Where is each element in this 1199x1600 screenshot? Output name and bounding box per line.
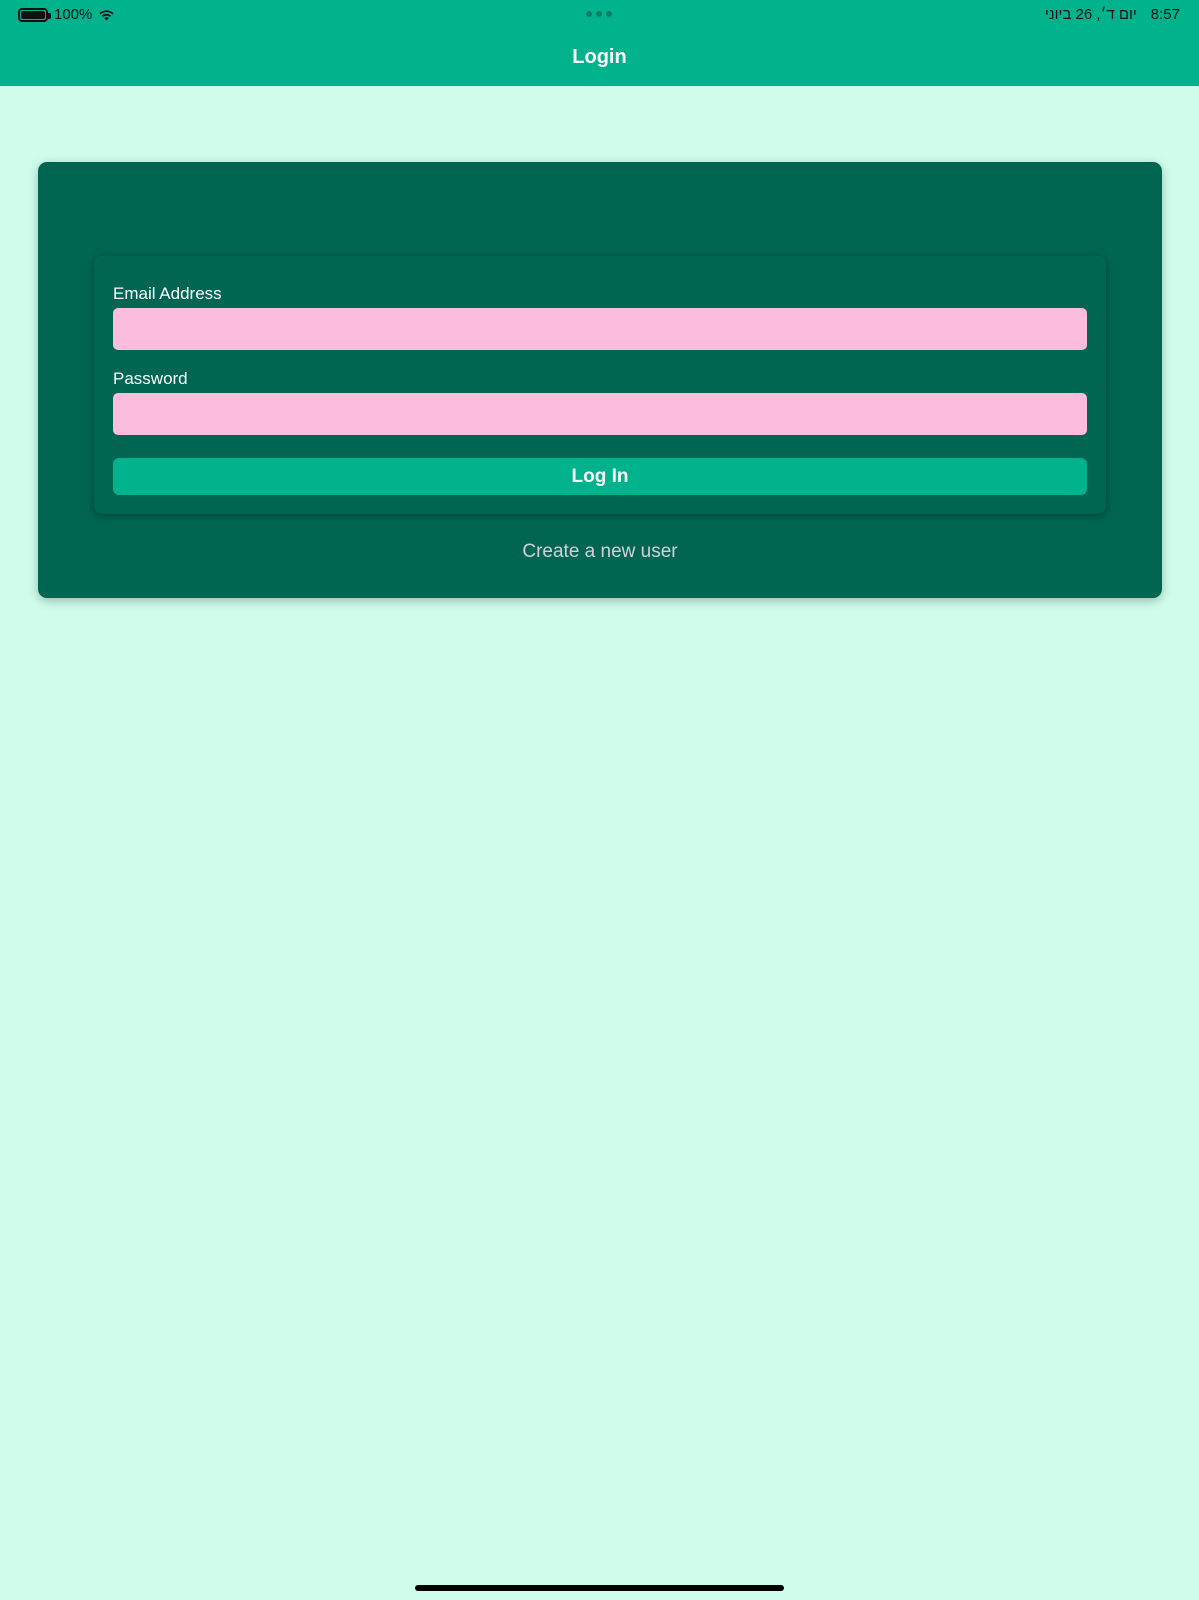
battery-percentage: 100% [54,6,93,23]
login-form: Email Address Password Log In [94,256,1106,514]
dot [596,11,602,17]
battery-fill [21,10,45,19]
status-date: יום ד׳, 26 ביוני [1044,6,1137,23]
status-bar-right: יום ד׳, 26 ביוני 8:57 [1045,6,1180,23]
app-header: 100% יום ד׳, 26 ביוני 8:57 Login [0,0,1199,86]
password-label: Password [113,369,188,388]
status-bar-left: 100% [18,6,115,23]
email-field[interactable] [113,308,1087,350]
wifi-icon [98,8,115,21]
create-user-link[interactable]: Create a new user [38,541,1162,563]
password-field[interactable] [113,393,1087,435]
home-indicator[interactable] [415,1585,784,1591]
login-button[interactable]: Log In [113,458,1087,495]
dot [606,11,612,17]
login-card: Email Address Password Log In Create a n… [38,162,1162,598]
email-label: Email Address [113,284,222,303]
multitasking-dots-icon[interactable] [586,11,612,17]
battery-icon [18,7,51,22]
status-time: 8:57 [1150,6,1180,23]
dot [586,11,592,17]
page-title: Login [572,46,627,68]
